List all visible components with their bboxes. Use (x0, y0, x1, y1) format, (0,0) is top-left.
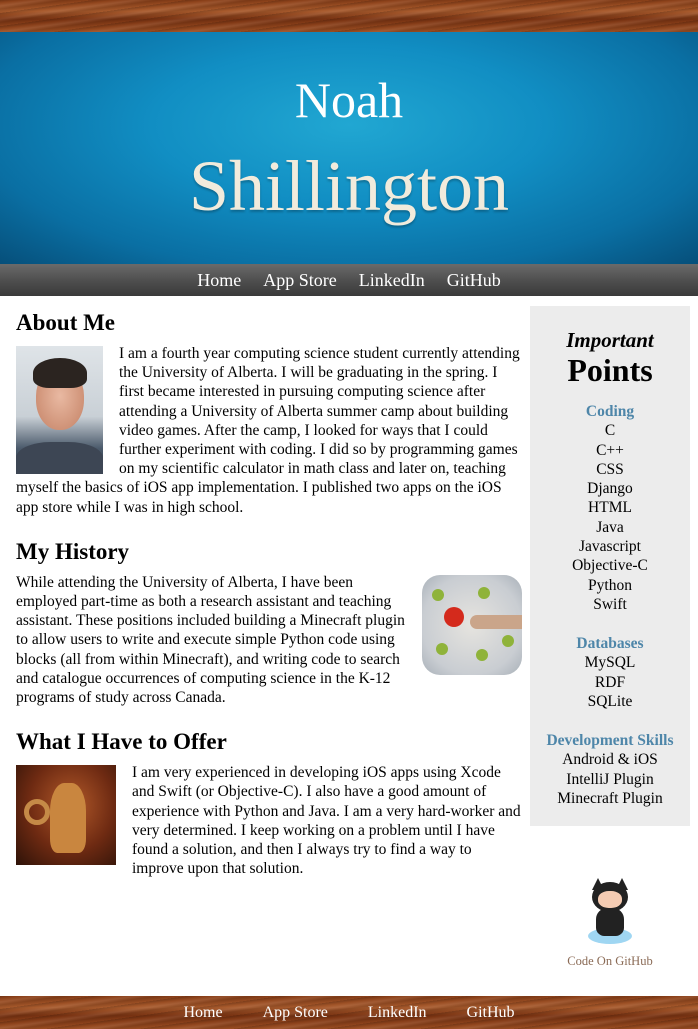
sidebar-item: CSS (596, 460, 624, 478)
sidebar-item: C (604, 422, 616, 440)
sidebar-heading-databases: Databases (576, 635, 644, 653)
sidebar-item: Objective-C (572, 557, 648, 575)
footer-linkedin-link[interactable]: LinkedIn (368, 1004, 427, 1022)
offer-heading: What I Have to Offer (16, 729, 227, 755)
code-on-github-label: Code On GitHub (567, 954, 653, 968)
sidebar-item: Java (596, 518, 624, 536)
footer-app-store-link[interactable]: App Store (263, 1004, 328, 1022)
top-nav: Home App Store LinkedIn GitHub (0, 264, 698, 296)
history-image (422, 574, 522, 675)
sidebar-group-databases: Databases MySQL RDF SQLite (530, 634, 690, 711)
code-on-github-link[interactable]: Code On GitHub (560, 878, 660, 969)
footer-github-link[interactable]: GitHub (467, 1004, 515, 1022)
sidebar-item: RDF (594, 673, 626, 691)
main-content: About Me I am a fourth year computing sc… (16, 308, 522, 898)
hero-header: Noah Shillington (0, 32, 698, 264)
sidebar-title-line2: Points (567, 352, 653, 388)
sidebar-title-line1: Important (566, 328, 654, 352)
history-heading: My History (16, 538, 130, 564)
sidebar-item: MySQL (584, 654, 636, 672)
profile-photo (16, 346, 103, 474)
offer-section: What I Have to Offer I am very experienc… (16, 727, 522, 878)
sidebar-item: Django (587, 480, 633, 498)
sidebar-item: C++ (596, 441, 624, 459)
sidebar-item: Android & iOS (562, 751, 658, 769)
about-heading: About Me (16, 310, 116, 335)
sidebar-group-coding: Coding C C++ CSS Django HTML Java Javasc… (530, 402, 690, 614)
sidebar-item: SQLite (587, 692, 633, 710)
history-section: My History While attending the Universit… (16, 537, 522, 707)
sidebar-item: Python (588, 576, 632, 594)
sidebar-item: IntelliJ Plugin (566, 770, 654, 788)
octocat-icon (580, 878, 640, 946)
sidebar-item: HTML (588, 499, 632, 517)
hero-last-name: Shillington (188, 146, 510, 226)
sidebar-heading-dev-skills: Development Skills (546, 732, 674, 750)
about-section: About Me I am a fourth year computing sc… (16, 308, 522, 517)
sidebar-group-dev-skills: Development Skills Android & iOS Intelli… (530, 731, 690, 808)
footer-nav: Home App Store LinkedIn GitHub (0, 996, 698, 1029)
nav-github-link[interactable]: GitHub (447, 270, 501, 291)
nav-linkedin-link[interactable]: LinkedIn (359, 270, 425, 291)
nav-app-store-link[interactable]: App Store (263, 270, 337, 291)
sidebar-item: Swift (593, 595, 627, 613)
sidebar-heading-coding: Coding (585, 403, 635, 420)
important-points-sidebar: Important Points Coding C C++ CSS Django… (530, 306, 690, 826)
nav-home-link[interactable]: Home (197, 270, 241, 291)
offer-image (16, 765, 116, 866)
sidebar-item: Javascript (579, 537, 641, 555)
sidebar-item: Minecraft Plugin (557, 790, 663, 808)
footer-home-link[interactable]: Home (183, 1004, 222, 1022)
hero-first-name: Noah (294, 72, 404, 128)
top-wood-banner (0, 0, 698, 32)
